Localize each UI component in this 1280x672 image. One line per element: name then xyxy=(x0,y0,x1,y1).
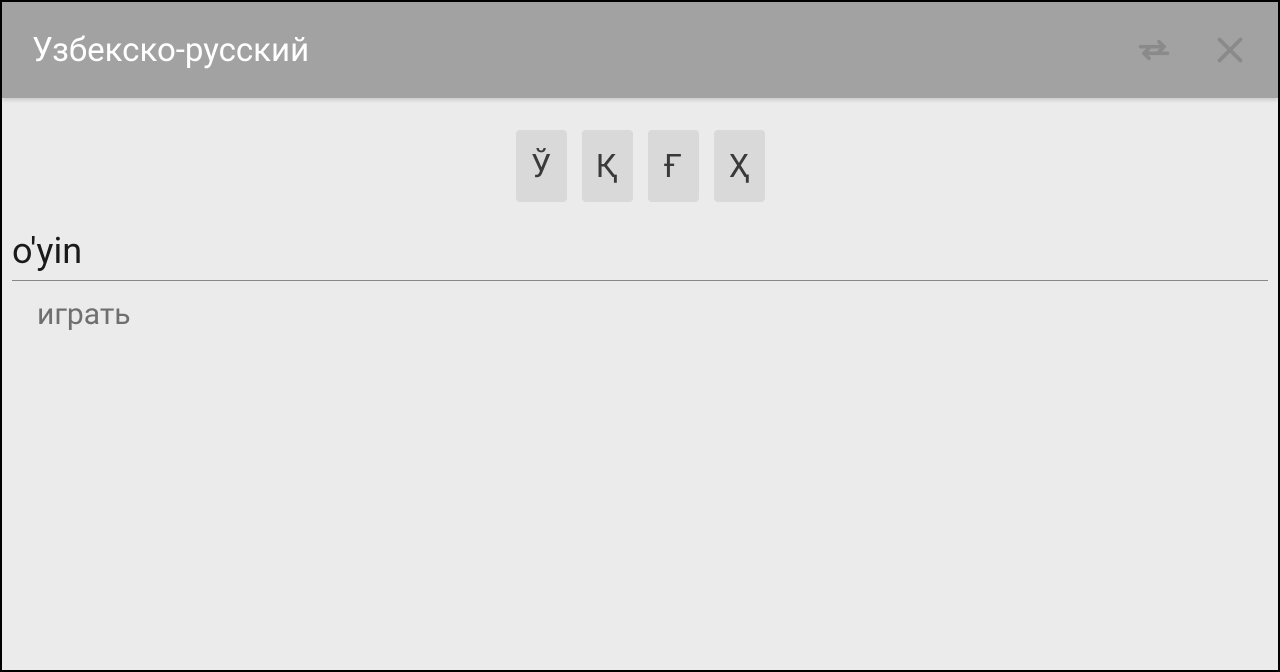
header-icons xyxy=(1134,30,1248,70)
swap-horizontal-icon xyxy=(1134,30,1174,70)
letter-ha-button[interactable]: Ҳ xyxy=(714,130,765,202)
header-title: Узбекско-русский xyxy=(32,31,1134,70)
input-section: o'yin xyxy=(2,230,1278,281)
special-letters-row: Ў Қ Ғ Ҳ xyxy=(2,98,1278,230)
letter-gha-button[interactable]: Ғ xyxy=(648,130,699,202)
close-icon xyxy=(1212,32,1248,68)
search-input[interactable]: o'yin xyxy=(12,230,1268,281)
swap-languages-button[interactable] xyxy=(1134,30,1174,70)
suggestion-section: играть xyxy=(2,281,1278,332)
close-button[interactable] xyxy=(1212,32,1248,68)
suggestion-item[interactable]: играть xyxy=(37,297,1278,332)
letter-qa-button[interactable]: Қ xyxy=(582,130,633,202)
letter-u-breve-button[interactable]: Ў xyxy=(516,130,567,202)
app-header: Узбекско-русский xyxy=(2,2,1278,98)
